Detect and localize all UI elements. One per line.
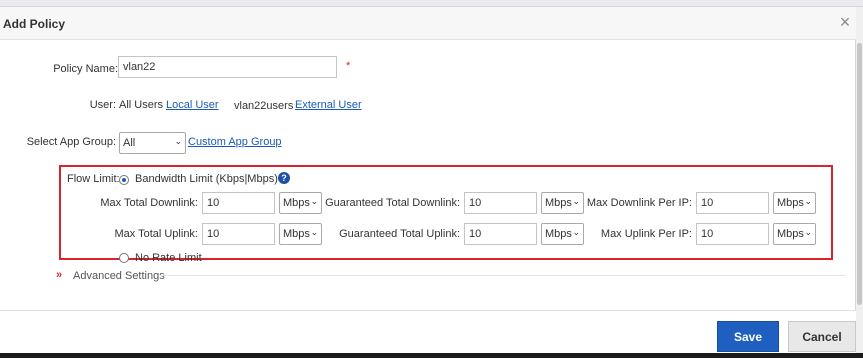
help-icon[interactable]: ? bbox=[278, 172, 290, 184]
unit-value: Mbps bbox=[545, 228, 572, 240]
user-label: User: bbox=[89, 99, 116, 111]
chevron-down-icon: ⌄ bbox=[310, 196, 318, 206]
bandwidth-limit-radio[interactable] bbox=[119, 175, 129, 185]
unit-value: Mbps bbox=[545, 197, 572, 209]
policy-name-label: Policy Name: bbox=[53, 63, 118, 75]
chevron-down-icon: ⌄ bbox=[174, 136, 182, 146]
advanced-settings-link[interactable]: Advanced Settings bbox=[73, 270, 165, 282]
guaranteed-total-uplink-unit-select[interactable]: Mbps ⌄ bbox=[541, 223, 584, 245]
flow-limit-label: Flow Limit: bbox=[67, 173, 120, 185]
dialog-footer: Save Cancel bbox=[0, 310, 856, 353]
dialog-header: Add Policy × bbox=[0, 7, 856, 40]
unit-value: Mbps bbox=[777, 228, 804, 240]
top-strip bbox=[0, 0, 863, 7]
custom-app-group-link[interactable]: Custom App Group bbox=[188, 136, 282, 148]
chevron-down-icon: ⌄ bbox=[804, 227, 812, 237]
dialog-title: Add Policy bbox=[3, 17, 66, 31]
max-uplink-per-ip-unit-select[interactable]: Mbps ⌄ bbox=[773, 223, 816, 245]
max-total-uplink-input[interactable] bbox=[202, 223, 275, 245]
bandwidth-limit-label: Bandwidth Limit (Kbps|Mbps) bbox=[135, 173, 278, 185]
external-user-link[interactable]: External User bbox=[295, 99, 362, 111]
max-downlink-per-ip-label: Max Downlink Per IP: bbox=[586, 197, 692, 209]
chevron-down-icon: ⌄ bbox=[572, 227, 580, 237]
taskbar-strip bbox=[0, 353, 863, 358]
max-downlink-per-ip-unit-select[interactable]: Mbps ⌄ bbox=[773, 192, 816, 214]
add-policy-dialog: Add Policy × Policy Name: * User: All Us… bbox=[0, 7, 856, 353]
max-total-downlink-label: Max Total Downlink: bbox=[100, 197, 198, 209]
guaranteed-total-downlink-input[interactable] bbox=[464, 192, 537, 214]
unit-value: Mbps bbox=[283, 228, 310, 240]
max-total-downlink-input[interactable] bbox=[202, 192, 275, 214]
local-user-link[interactable]: Local User bbox=[166, 99, 219, 111]
no-rate-limit-radio[interactable] bbox=[119, 253, 129, 263]
divider bbox=[160, 275, 846, 276]
app-group-label: Select App Group: bbox=[26, 136, 116, 148]
max-uplink-per-ip-label: Max Uplink Per IP: bbox=[600, 228, 692, 240]
user-group-value: vlan22users bbox=[234, 100, 294, 112]
max-total-uplink-label: Max Total Uplink: bbox=[114, 228, 198, 240]
guaranteed-total-downlink-unit-select[interactable]: Mbps ⌄ bbox=[541, 192, 584, 214]
chevron-down-icon: ⌄ bbox=[572, 196, 580, 206]
guaranteed-total-uplink-label: Guaranteed Total Uplink: bbox=[339, 228, 460, 240]
cancel-button[interactable]: Cancel bbox=[788, 321, 856, 352]
all-users-text: All Users bbox=[119, 99, 164, 111]
chevron-down-icon: ⌄ bbox=[310, 227, 318, 237]
max-total-uplink-unit-select[interactable]: Mbps ⌄ bbox=[279, 223, 322, 245]
guaranteed-total-uplink-input[interactable] bbox=[464, 223, 537, 245]
required-mark: * bbox=[346, 60, 351, 72]
unit-value: Mbps bbox=[777, 197, 804, 209]
app-group-selected: All bbox=[123, 137, 136, 149]
close-icon[interactable]: × bbox=[835, 12, 855, 32]
app-group-select[interactable]: All ⌄ bbox=[119, 132, 186, 154]
advanced-expand-icon[interactable]: » bbox=[56, 269, 62, 281]
scrollbar-thumb[interactable] bbox=[857, 43, 862, 305]
scrollbar[interactable] bbox=[856, 7, 863, 353]
save-button[interactable]: Save bbox=[717, 321, 779, 352]
no-rate-limit-label: No Rate Limit bbox=[135, 252, 202, 264]
policy-name-input[interactable] bbox=[118, 56, 337, 78]
max-downlink-per-ip-input[interactable] bbox=[696, 192, 769, 214]
max-total-downlink-unit-select[interactable]: Mbps ⌄ bbox=[279, 192, 322, 214]
max-uplink-per-ip-input[interactable] bbox=[696, 223, 769, 245]
unit-value: Mbps bbox=[283, 197, 310, 209]
guaranteed-total-downlink-label: Guaranteed Total Downlink: bbox=[325, 197, 460, 209]
chevron-down-icon: ⌄ bbox=[804, 196, 812, 206]
